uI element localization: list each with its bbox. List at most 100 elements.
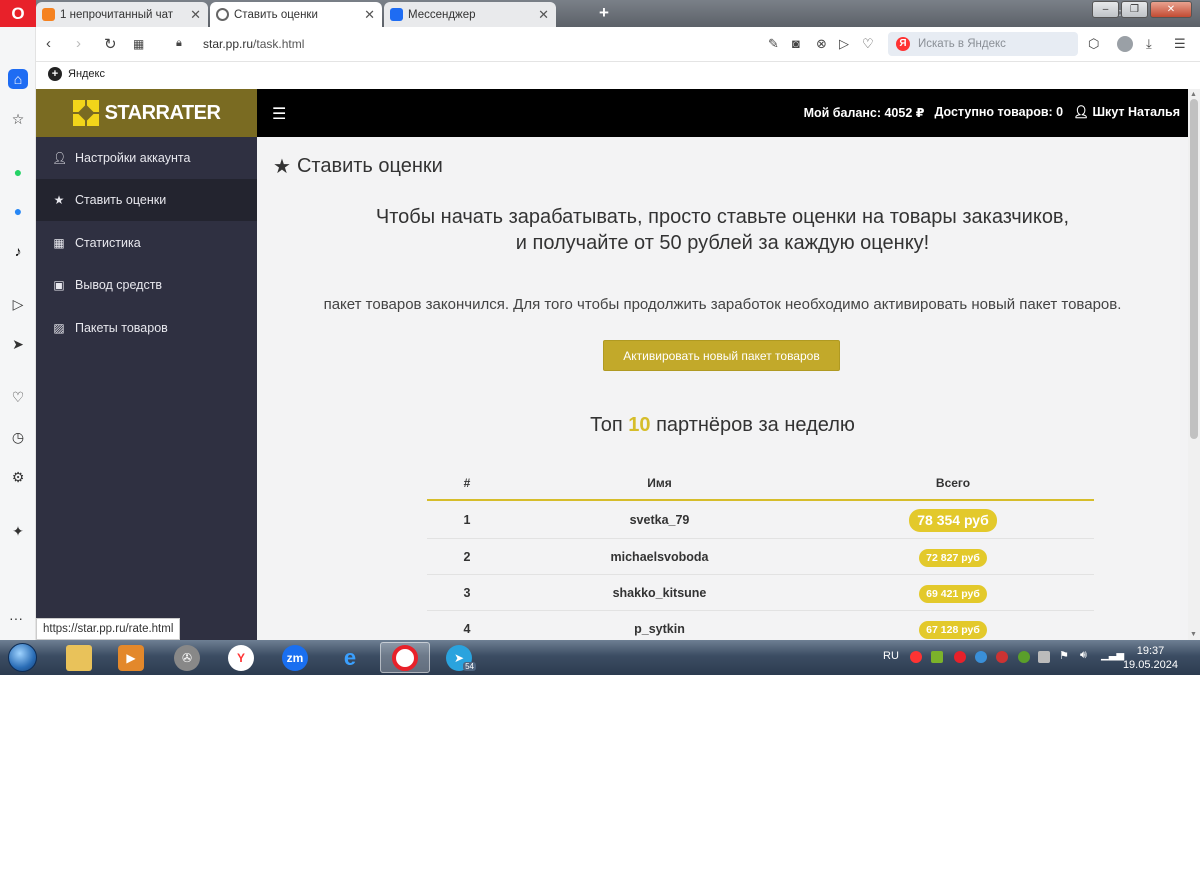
windows-logo-icon xyxy=(8,643,37,672)
settings-gear-icon[interactable]: ⚙ xyxy=(8,467,28,487)
sidebar-item-stats[interactable]: ▦ Статистика xyxy=(36,222,257,264)
bookmark-star-icon[interactable]: ☆ xyxy=(8,109,28,129)
brand-name: STARRATER xyxy=(104,101,221,124)
tray-app-icon[interactable] xyxy=(931,651,943,663)
forward-icon[interactable]: › xyxy=(76,35,81,52)
taskbar-opera[interactable] xyxy=(380,642,430,673)
opera-logo-icon[interactable]: O xyxy=(0,0,36,27)
profile-avatar-icon[interactable] xyxy=(1117,36,1133,52)
download-icon[interactable]: ⤓ xyxy=(1146,36,1152,52)
signal-icon[interactable]: ▁▃▅ xyxy=(1101,650,1124,662)
user-menu[interactable]: 👤︎ Шкут Наталья xyxy=(1073,105,1180,120)
image-icon: ▨ xyxy=(53,321,65,335)
whatsapp-icon[interactable]: ● xyxy=(8,162,28,182)
tab-chat[interactable]: 1 непрочитанный чат ✕ xyxy=(36,2,208,27)
hamburger-menu-icon[interactable]: ☰ xyxy=(272,104,286,124)
history-icon[interactable]: ◷ xyxy=(8,427,28,447)
taskbar-explorer[interactable] xyxy=(54,642,104,673)
language-indicator[interactable]: RU xyxy=(883,650,899,662)
media-player-icon: ▶ xyxy=(118,644,144,671)
opera-tray-icon[interactable] xyxy=(954,651,966,663)
taskbar-zoom[interactable]: zm xyxy=(270,642,320,673)
column-header-name: Имя xyxy=(647,476,672,490)
camera-icon[interactable]: ◙ xyxy=(792,36,800,51)
share-icon[interactable]: ▷ xyxy=(839,36,849,52)
start-button[interactable] xyxy=(3,640,39,675)
telegram-badge: 54 xyxy=(463,662,476,671)
user-icon: 👤︎ xyxy=(52,151,68,165)
flag-icon[interactable]: ⚑ xyxy=(1059,649,1071,662)
new-tab-plus-icon[interactable]: + xyxy=(599,3,609,23)
block-icon[interactable]: ⊗ xyxy=(816,36,827,52)
rank-cell: 4 xyxy=(463,622,471,636)
taskbar-telegram[interactable]: ➤ 54 xyxy=(434,642,484,673)
send-icon[interactable]: ➤ xyxy=(8,334,28,354)
more-dots-icon[interactable]: ··· xyxy=(9,610,23,626)
close-icon[interactable]: ✕ xyxy=(364,7,375,23)
sidebar-item-withdraw[interactable]: ▣ Вывод средств xyxy=(36,264,257,306)
edit-icon[interactable]: ✎ xyxy=(768,36,779,52)
tab-rate[interactable]: Ставить оценки ✕ xyxy=(210,2,382,27)
scroll-down-icon[interactable]: ▼ xyxy=(1190,631,1197,638)
lightbulb-icon[interactable]: ✦ xyxy=(8,521,28,541)
window-close-icon[interactable]: ✕ xyxy=(1150,1,1192,18)
taskbar-ie[interactable]: e xyxy=(325,642,375,673)
total-badge: 67 128 руб xyxy=(919,620,987,639)
taskbar-media[interactable]: ▶ xyxy=(106,642,156,673)
tiktok-icon[interactable]: ♪ xyxy=(8,241,28,261)
rank-cell: 2 xyxy=(463,550,471,564)
tab-bar: 1 непрочитанный чат ✕ Ставить оценки ✕ М… xyxy=(36,0,1200,27)
scroll-up-icon[interactable]: ▲ xyxy=(1190,91,1197,98)
sidebar-item-packages[interactable]: ▨ Пакеты товаров xyxy=(36,307,257,349)
table-row: 1 svetka_79 78 354 руб xyxy=(427,501,1094,539)
url-path: /task.html xyxy=(253,37,305,51)
volume-icon[interactable]: 🔊︎ xyxy=(1080,649,1092,661)
close-icon[interactable]: ✕ xyxy=(538,7,549,23)
scroll-thumb[interactable] xyxy=(1190,99,1198,439)
starrater-logo-icon xyxy=(72,100,99,126)
menu-lines-icon[interactable]: ☰ xyxy=(1174,36,1186,52)
brand-logo[interactable]: STARRATER xyxy=(36,89,257,137)
home-icon[interactable]: ⌂ xyxy=(8,69,28,89)
sidebar: 👤︎ Настройки аккаунта ★ Ставить оценки ▦… xyxy=(36,137,257,640)
minimize-icon[interactable]: – xyxy=(1092,1,1119,18)
maximize-icon[interactable]: ❐ xyxy=(1121,1,1148,18)
clock-date: 19.05.2024 xyxy=(1122,659,1178,671)
folder-icon xyxy=(66,644,92,671)
network-globe-icon[interactable] xyxy=(975,651,987,663)
clock[interactable]: 19:37 19.05.2024 xyxy=(1123,644,1178,672)
name-cell: michaelsvoboda xyxy=(610,550,709,564)
sidebar-item-rate[interactable]: ★ Ставить оценки xyxy=(36,179,257,221)
name-cell: shakko_kitsune xyxy=(612,586,707,600)
antivirus-icon[interactable] xyxy=(996,651,1008,663)
column-header-rank: # xyxy=(463,476,471,490)
taskbar-yandex[interactable]: Y xyxy=(216,642,266,673)
yandex-browser-icon: Y xyxy=(228,644,254,671)
sidebar-item-settings[interactable]: 👤︎ Настройки аккаунта xyxy=(36,137,257,179)
yandex-search-input[interactable]: Я Искать в Яндекс xyxy=(888,32,1078,56)
tabs-grid-icon[interactable]: ▦ xyxy=(133,37,144,51)
tab-messenger[interactable]: Мессенджер ✕ xyxy=(384,2,556,27)
bookmark-yandex[interactable]: + Яндекс xyxy=(48,67,105,81)
internet-explorer-icon: e xyxy=(343,644,357,670)
player-icon[interactable]: ▷ xyxy=(8,294,28,314)
reload-icon[interactable]: ↻ xyxy=(104,35,117,53)
bookmark-label: Яндекс xyxy=(68,68,105,80)
vk-icon[interactable]: ● xyxy=(8,201,28,221)
page-scrollbar[interactable]: ▲ ▼ xyxy=(1188,89,1200,640)
update-icon[interactable] xyxy=(1018,651,1030,663)
tab-label: 1 непрочитанный чат xyxy=(60,8,174,21)
usb-icon[interactable] xyxy=(1038,651,1050,663)
rank-cell: 3 xyxy=(463,586,471,600)
activate-package-button[interactable]: Активировать новый пакет товаров xyxy=(603,340,840,371)
cube-icon[interactable]: ⬡ xyxy=(1088,36,1099,52)
close-icon[interactable]: ✕ xyxy=(190,7,201,23)
bookmarks-bar: + Яндекс xyxy=(36,62,1200,89)
taskbar-film[interactable]: ✇ xyxy=(162,642,212,673)
url-field[interactable]: star.pp.ru/task.html xyxy=(203,37,304,51)
heart-icon[interactable]: ♡ xyxy=(862,36,874,52)
yandex-tray-icon[interactable] xyxy=(910,651,922,663)
back-icon[interactable]: ‹ xyxy=(46,35,51,52)
heart-icon[interactable]: ♡ xyxy=(8,387,28,407)
messenger-icon xyxy=(390,8,403,21)
